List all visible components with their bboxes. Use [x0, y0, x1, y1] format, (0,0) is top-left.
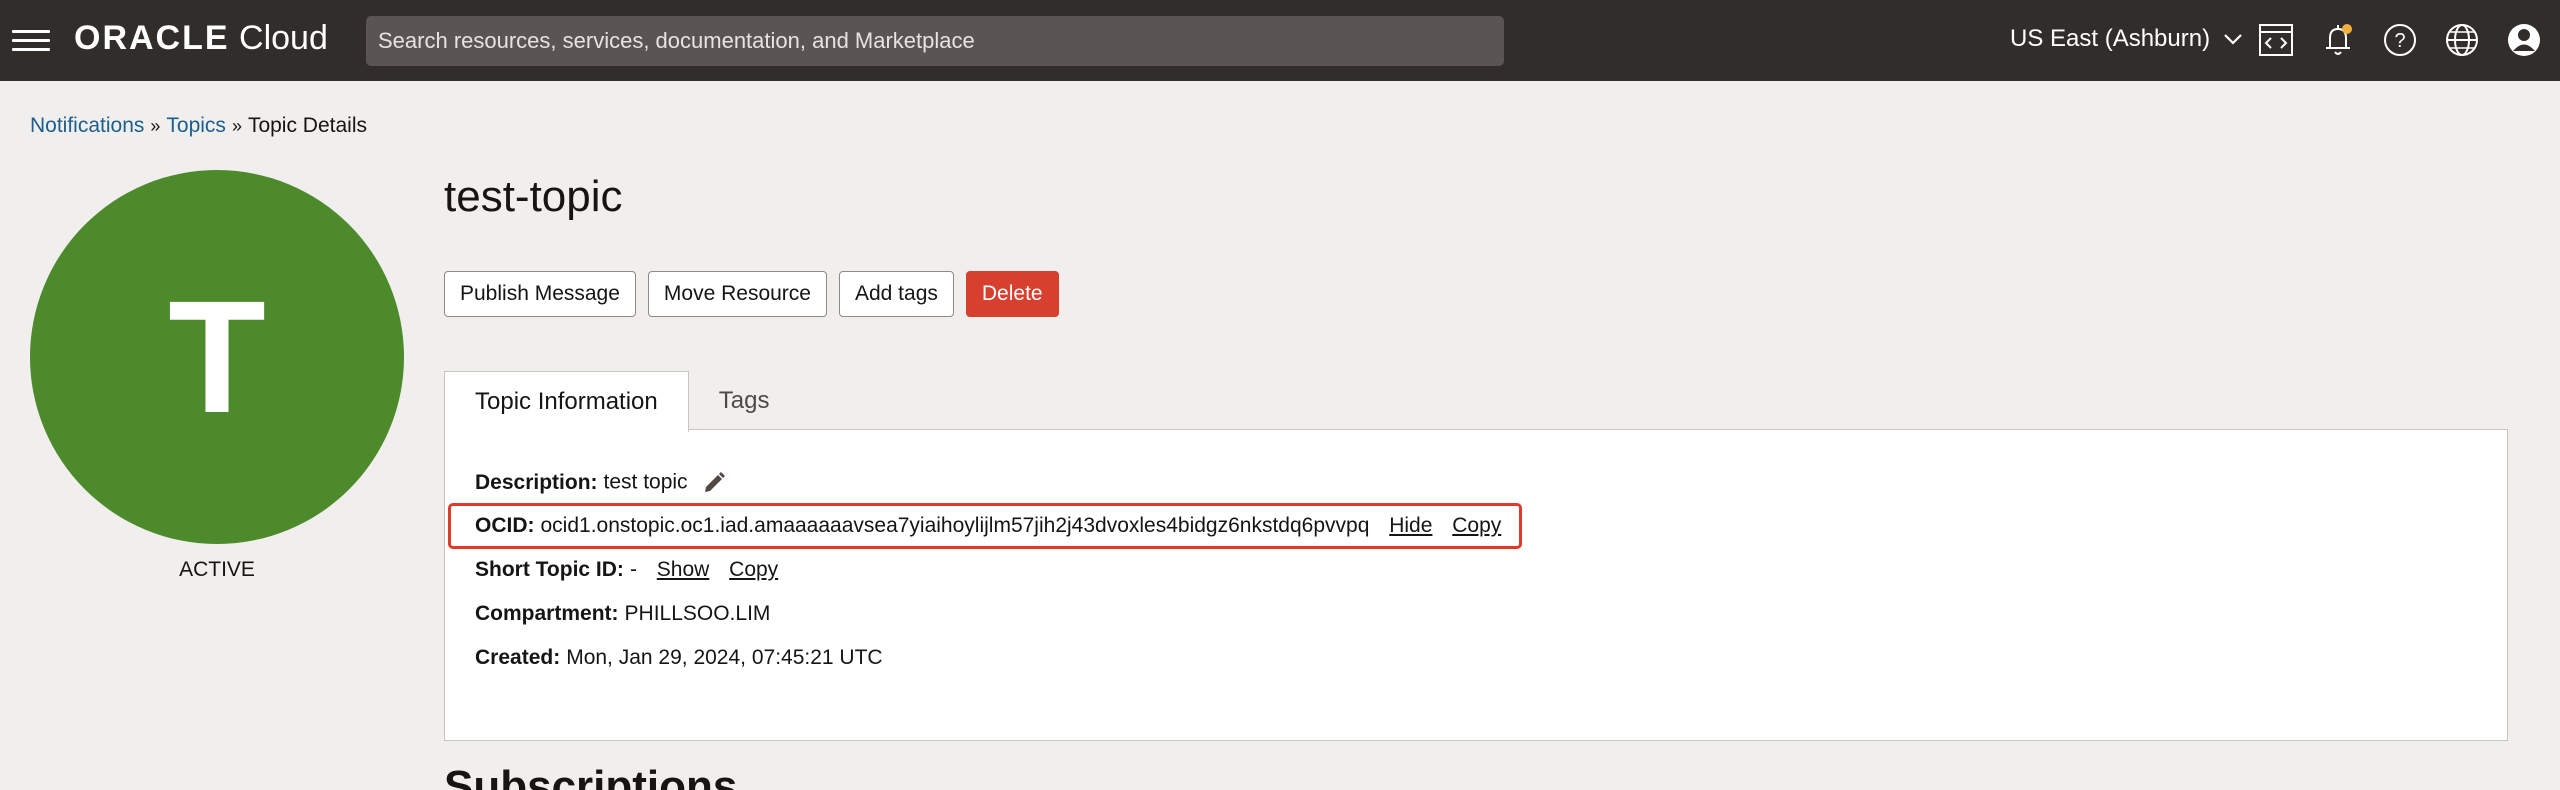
description-value: test topic [603, 470, 688, 494]
breadcrumb-topics[interactable]: Topics [166, 114, 226, 137]
ocid-label: OCID: [475, 514, 535, 537]
created-label: Created: [475, 646, 561, 669]
ocid-value: ocid1.onstopic.oc1.iad.amaaaaaavsea7yiai… [540, 514, 1370, 537]
description-row: Description: test topic [475, 470, 727, 496]
resource-avatar: T [30, 170, 404, 544]
region-label: US East (Ashburn) [2010, 25, 2211, 52]
short-topic-id-row: Short Topic ID: - Show Copy [475, 558, 778, 582]
edit-pencil-icon[interactable] [701, 470, 727, 496]
cloud-shell-icon[interactable] [2256, 20, 2296, 60]
created-row: Created: Mon, Jan 29, 2024, 07:45:21 UTC [475, 646, 883, 670]
user-profile-icon[interactable] [2504, 20, 2544, 60]
top-navigation-bar: ORACLE Cloud US East (Ashburn) ? [0, 0, 2560, 81]
tab-topic-information[interactable]: Topic Information [444, 371, 689, 432]
resource-state: ACTIVE [179, 558, 255, 581]
breadcrumb: Notifications» Topics» Topic Details [30, 114, 367, 138]
description-label: Description: [475, 470, 598, 494]
ocid-row: OCID: ocid1.onstopic.oc1.iad.amaaaaaavsea… [475, 514, 1501, 538]
short-topic-id-show-link[interactable]: Show [657, 558, 710, 581]
global-search-input[interactable] [366, 16, 1504, 66]
svg-text:?: ? [2394, 30, 2405, 52]
page-title: test-topic [444, 172, 623, 221]
hamburger-menu-icon[interactable] [12, 24, 50, 56]
add-tags-button[interactable]: Add tags [838, 271, 954, 317]
short-topic-id-copy-link[interactable]: Copy [729, 558, 778, 581]
publish-message-button[interactable]: Publish Message [444, 271, 636, 317]
short-topic-id-label: Short Topic ID: [475, 558, 624, 581]
delete-button[interactable]: Delete [965, 271, 1059, 317]
details-tabs: Topic Information Tags [444, 371, 799, 432]
topic-information-panel: Description: test topic OCID: ocid1.onstop… [444, 429, 2508, 741]
language-globe-icon[interactable] [2442, 20, 2482, 60]
short-topic-id-value: - [629, 558, 637, 581]
compartment-value: PHILLSOO.LIM [624, 602, 771, 625]
brand-cloud: Cloud [239, 19, 328, 57]
breadcrumb-current: Topic Details [247, 114, 368, 137]
ocid-hide-link[interactable]: Hide [1389, 514, 1432, 537]
help-icon[interactable]: ? [2380, 20, 2420, 60]
avatar-letter: T [168, 267, 266, 446]
move-resource-button[interactable]: Move Resource [647, 271, 827, 317]
compartment-label: Compartment: [475, 602, 619, 625]
region-selector[interactable]: US East (Ashburn) [2010, 25, 2243, 53]
notification-bell-icon[interactable] [2318, 20, 2358, 60]
chevron-down-icon [2223, 34, 2242, 45]
oracle-cloud-logo[interactable]: ORACLE Cloud [74, 19, 328, 58]
breadcrumb-notifications[interactable]: Notifications [30, 114, 144, 137]
action-toolbar: Publish Message Move Resource Add tags D… [444, 271, 1059, 317]
subscriptions-heading: Subscriptions [444, 762, 738, 790]
compartment-row: Compartment: PHILLSOO.LIM [475, 602, 770, 626]
created-value: Mon, Jan 29, 2024, 07:45:21 UTC [566, 646, 883, 669]
ocid-copy-link[interactable]: Copy [1452, 514, 1501, 537]
breadcrumb-separator: » [150, 116, 161, 136]
tab-tags[interactable]: Tags [689, 371, 800, 431]
brand-oracle: ORACLE [74, 19, 230, 57]
breadcrumb-separator: » [231, 116, 242, 136]
